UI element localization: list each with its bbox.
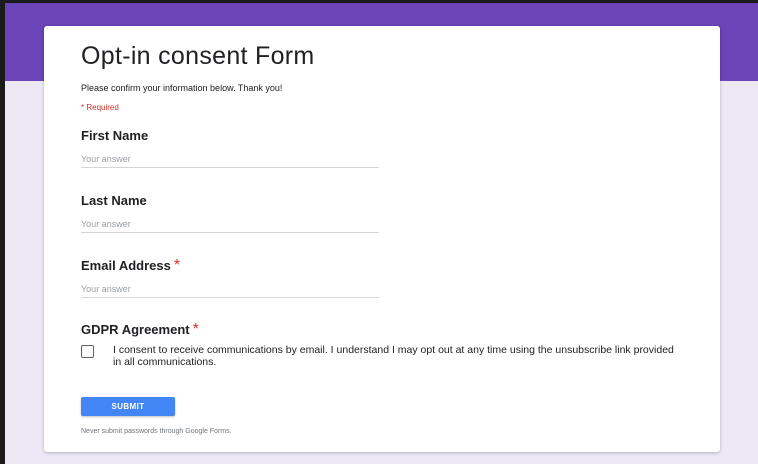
question-gdpr-agreement: GDPR Agreement * xyxy=(81,321,199,339)
question-label: Last Name xyxy=(81,193,147,208)
required-note: * Required xyxy=(81,103,119,112)
question-label: GDPR Agreement xyxy=(81,322,190,337)
question-first-name: First Name xyxy=(81,127,148,145)
required-asterisk: * xyxy=(173,257,181,274)
last-name-input[interactable] xyxy=(81,216,379,233)
required-asterisk: * xyxy=(192,321,199,338)
question-last-name: Last Name xyxy=(81,192,147,210)
question-label: Email Address xyxy=(81,258,171,273)
consent-text: I consent to receive communications by e… xyxy=(113,344,674,368)
question-email-address: Email Address * xyxy=(81,257,180,275)
form-title: Opt-in consent Form xyxy=(81,42,315,70)
form-card: Opt-in consent Form Please confirm your … xyxy=(44,26,720,452)
submit-button[interactable]: SUBMIT xyxy=(81,397,175,416)
question-label: First Name xyxy=(81,128,149,143)
first-name-input[interactable] xyxy=(81,151,379,168)
password-warning-note: Never submit passwords through Google Fo… xyxy=(81,428,232,435)
gdpr-consent-checkbox[interactable] xyxy=(81,345,94,358)
form-description: Please confirm your information below. T… xyxy=(81,83,283,93)
email-address-input[interactable] xyxy=(81,281,379,298)
